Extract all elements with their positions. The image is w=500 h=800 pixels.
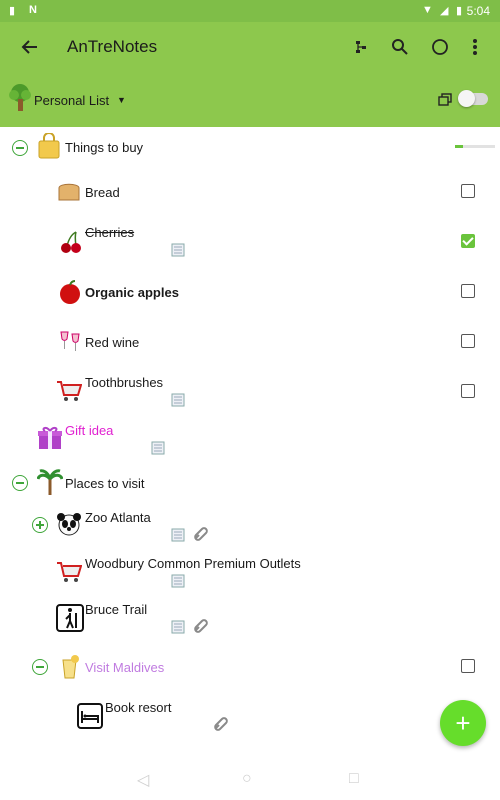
list-item-label[interactable]: Cherries xyxy=(85,225,134,240)
list-name[interactable]: Personal List xyxy=(34,93,109,108)
search-icon[interactable] xyxy=(388,35,412,59)
list-item-label[interactable]: Visit Maldives xyxy=(85,660,164,675)
note-icon[interactable] xyxy=(171,528,185,542)
add-button[interactable]: + xyxy=(440,700,486,746)
gift-icon xyxy=(37,425,63,456)
item-checkbox[interactable] xyxy=(461,184,475,198)
item-checkbox[interactable] xyxy=(461,659,475,673)
item-checkbox[interactable] xyxy=(461,284,475,298)
list-item-label[interactable]: Things to buy xyxy=(65,140,143,155)
nav-recents-icon[interactable]: □ xyxy=(349,770,359,788)
collapse-icon[interactable] xyxy=(12,475,28,491)
list-item-label[interactable]: Zoo Atlanta xyxy=(85,510,151,525)
hiker-icon xyxy=(56,604,84,637)
list-item-label[interactable]: Places to visit xyxy=(65,476,144,491)
wifi-icon: ▼ xyxy=(422,4,433,16)
tree-list xyxy=(0,127,500,800)
chevron-down-icon[interactable]: ▼ xyxy=(117,95,126,105)
list-item-label[interactable]: Toothbrushes xyxy=(85,375,163,390)
link-icon[interactable] xyxy=(192,618,210,634)
collapse-icon[interactable] xyxy=(32,659,48,675)
note-icon[interactable] xyxy=(171,620,185,634)
list-selector-bar: Personal List ▼ xyxy=(0,72,500,128)
nav-home-icon[interactable]: ○ xyxy=(242,770,252,788)
bread-icon xyxy=(57,180,81,207)
app-title: AnTreNotes xyxy=(67,37,158,56)
link-icon[interactable] xyxy=(212,716,230,732)
list-item-label[interactable]: Gift idea xyxy=(65,423,113,438)
status-bar: ▮ N ▼ ◢ ▮ 5:04 xyxy=(0,0,500,22)
note-icon[interactable] xyxy=(171,393,185,407)
collapse-icon[interactable] xyxy=(12,140,28,156)
palm-tree-icon xyxy=(36,469,64,502)
item-checkbox[interactable] xyxy=(461,234,475,248)
list-item-label[interactable]: Red wine xyxy=(85,335,139,350)
link-icon[interactable] xyxy=(192,526,210,542)
expand-icon[interactable] xyxy=(32,517,48,533)
navigation-bar: ◁ ○ □ xyxy=(0,760,500,800)
cherries-icon xyxy=(60,230,82,259)
list-item-label[interactable]: Book resort xyxy=(105,700,171,715)
nav-back-icon[interactable]: ◁ xyxy=(137,770,149,790)
progress-fill xyxy=(455,145,463,148)
shopping-cart-icon xyxy=(56,378,83,409)
arrow-left-icon[interactable] xyxy=(18,35,42,59)
drink-icon xyxy=(60,654,80,685)
sd-card-icon: ▮ xyxy=(9,5,16,17)
bed-icon xyxy=(77,703,103,734)
circle-icon[interactable] xyxy=(428,35,452,59)
progress-bar xyxy=(455,145,495,148)
note-icon[interactable] xyxy=(171,574,185,588)
list-item-label[interactable]: Bread xyxy=(85,185,120,200)
shopping-bag-icon xyxy=(37,132,61,164)
more-vert-icon[interactable] xyxy=(463,35,487,59)
battery-icon: ▮ xyxy=(456,5,463,17)
toggle-switch[interactable] xyxy=(458,90,488,107)
signal-icon: ◢ xyxy=(440,5,449,17)
notification-n-icon: N xyxy=(29,4,37,16)
panda-icon xyxy=(56,512,82,543)
list-item-label[interactable]: Bruce Trail xyxy=(85,602,147,617)
wine-glasses-icon xyxy=(58,329,82,360)
tree-logo-icon xyxy=(6,83,34,118)
item-checkbox[interactable] xyxy=(461,384,475,398)
apple-icon xyxy=(58,279,82,310)
list-item-label[interactable]: Woodbury Common Premium Outlets xyxy=(85,556,301,571)
toggle-knob xyxy=(458,90,475,107)
tree-structure-icon[interactable] xyxy=(349,35,373,59)
item-checkbox[interactable] xyxy=(461,334,475,348)
status-time: 5:04 xyxy=(466,4,490,18)
shopping-cart-icon xyxy=(56,559,83,590)
copy-icon[interactable] xyxy=(437,92,453,113)
note-icon[interactable] xyxy=(151,441,165,455)
list-item-label[interactable]: Organic apples xyxy=(85,285,179,300)
app-bar: AnTreNotes xyxy=(0,22,500,72)
note-icon[interactable] xyxy=(171,243,185,257)
